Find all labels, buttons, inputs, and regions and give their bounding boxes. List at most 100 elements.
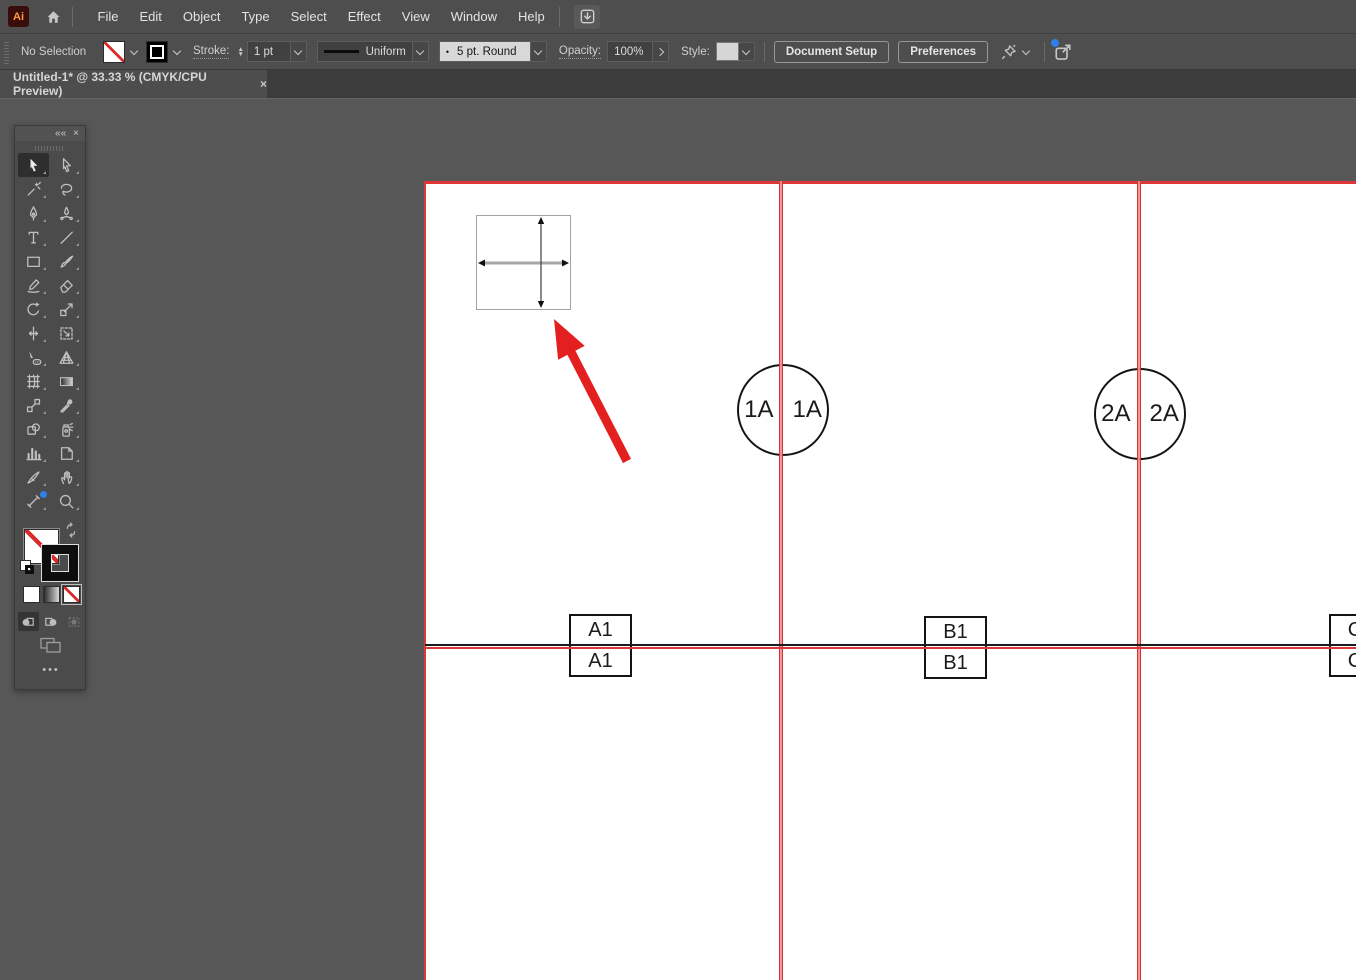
lasso-tool[interactable]: [51, 177, 82, 201]
knife-tool[interactable]: [18, 465, 49, 489]
pen-tool[interactable]: [18, 201, 49, 225]
stroke-weight-field[interactable]: 1 pt: [246, 41, 291, 62]
eraser-tool[interactable]: [51, 273, 82, 297]
fold-mark-circle-1a: 1A 1A: [737, 364, 829, 456]
close-panel-icon[interactable]: ×: [73, 128, 79, 139]
stroke-color-swatch[interactable]: [146, 40, 168, 63]
guide-vertical-1: [779, 181, 783, 980]
type-tool[interactable]: [18, 225, 49, 249]
symbol-sprayer-tool[interactable]: [51, 417, 82, 441]
eyedropper-tool[interactable]: [51, 393, 82, 417]
home-icon[interactable]: [42, 9, 64, 25]
magic-wand-tool[interactable]: [18, 177, 49, 201]
color-button[interactable]: [22, 586, 40, 603]
menu-effect[interactable]: Effect: [337, 9, 391, 24]
circle-label-right: 1A: [792, 396, 822, 423]
menu-file[interactable]: File: [87, 9, 129, 24]
paintbrush-tool[interactable]: [51, 249, 82, 273]
brush-value: 5 pt. Round: [457, 45, 517, 58]
menu-type[interactable]: Type: [231, 9, 280, 24]
draw-behind-icon[interactable]: [41, 612, 62, 631]
menu-select[interactable]: Select: [280, 9, 337, 24]
stroke-swatch-chevron-icon[interactable]: [173, 48, 181, 56]
panel-drag-grip[interactable]: [35, 146, 65, 151]
registration-square: [476, 215, 571, 310]
rectangle-tool[interactable]: [18, 249, 49, 273]
stroke-swatch-black[interactable]: [42, 545, 78, 581]
collapse-panel-icon[interactable]: ««: [55, 128, 66, 139]
fill-color-swatch[interactable]: [103, 40, 125, 63]
menu-edit[interactable]: Edit: [129, 9, 172, 24]
tab-bar-bottom-edge: [0, 98, 1356, 99]
opacity-expand-icon[interactable]: [653, 41, 670, 62]
width-profile-dropdown[interactable]: Uniform: [316, 41, 413, 62]
document-tab[interactable]: Untitled-1* @ 33.33 % (CMYK/CPU Preview)…: [0, 70, 267, 98]
control-bar-grip[interactable]: [4, 39, 9, 64]
perspective-grid-tool[interactable]: [51, 345, 82, 369]
gradient-button[interactable]: [42, 586, 60, 603]
screen-mode-icon[interactable]: [15, 636, 87, 654]
style-swatch[interactable]: [715, 42, 739, 61]
menu-bar: Ai File Edit Object Type Select Effect View Win…: [0, 0, 1356, 34]
curvature-tool[interactable]: [51, 201, 82, 225]
draw-normal-icon[interactable]: [17, 612, 39, 631]
scale-tool[interactable]: [51, 297, 82, 321]
shaper-tool[interactable]: [18, 273, 49, 297]
document-canvas[interactable]: 1A 1A 2A 2A A1 A1 B1 B1 C1 C1: [0, 99, 1356, 980]
stroke-weight-dropdown-icon[interactable]: [290, 41, 307, 62]
menu-view[interactable]: View: [391, 9, 440, 24]
menu-window[interactable]: Window: [440, 9, 507, 24]
menu-object[interactable]: Object: [172, 9, 231, 24]
none-button[interactable]: [60, 584, 82, 605]
style-chevron-icon[interactable]: [738, 42, 755, 61]
document-setup-button[interactable]: Document Setup: [773, 40, 890, 63]
opacity-link[interactable]: Opacity:: [558, 45, 602, 59]
shape-builder-tool[interactable]: [18, 345, 49, 369]
graph-tool[interactable]: [18, 441, 49, 465]
preferences-button[interactable]: Preferences: [898, 40, 989, 63]
tab-close-icon[interactable]: ×: [260, 77, 267, 91]
hand-tool[interactable]: [51, 465, 82, 489]
brush-chevron-icon[interactable]: [530, 41, 547, 62]
dimension-tool[interactable]: [18, 489, 49, 513]
box-label-bottom: B1: [943, 652, 968, 674]
tool-grid: [15, 153, 85, 513]
opacity-field[interactable]: 100%: [607, 41, 654, 62]
control-divider: [1044, 41, 1046, 62]
menu-help[interactable]: Help: [507, 9, 555, 24]
guide-vertical-left: [423, 181, 426, 980]
circle-label-left: 1A: [744, 396, 774, 423]
crosshair-arrows-icon: [478, 217, 569, 308]
rotate-tool[interactable]: [18, 297, 49, 321]
fill-swatch-chevron-icon[interactable]: [130, 48, 138, 56]
fill-stroke-indicator: [15, 522, 87, 586]
control-bar: No Selection Stroke: ▲ ▼ 1 pt Uniform • 5…: [0, 34, 1356, 70]
gradient-tool[interactable]: [51, 369, 82, 393]
brush-dropdown[interactable]: • 5 pt. Round: [438, 41, 531, 62]
symbols-tool[interactable]: [18, 417, 49, 441]
free-transform-tool[interactable]: [51, 321, 82, 345]
tools-panel-header[interactable]: «« ×: [15, 126, 85, 141]
snap-options-icon[interactable]: [1000, 43, 1018, 61]
stroke-link[interactable]: Stroke:: [193, 45, 230, 59]
mesh-tool[interactable]: [18, 369, 49, 393]
artboard-tool[interactable]: [51, 441, 82, 465]
illustrator-window: 1A 1A 2A 2A A1 A1 B1 B1 C1 C1: [0, 0, 1356, 980]
control-divider: [763, 41, 765, 62]
width-profile-chevron-icon[interactable]: [412, 41, 429, 62]
arrange-documents-icon[interactable]: [574, 4, 601, 29]
line-segment-tool[interactable]: [51, 225, 82, 249]
red-annotation-arrow: [554, 319, 631, 464]
blend-tool[interactable]: [18, 393, 49, 417]
snap-options-chevron-icon[interactable]: [1022, 48, 1030, 56]
share-document-icon[interactable]: [1051, 38, 1073, 62]
swap-fill-stroke-icon[interactable]: [63, 522, 79, 543]
width-tool[interactable]: [18, 321, 49, 345]
menu-divider: [72, 6, 73, 27]
selection-tool[interactable]: [18, 153, 49, 177]
stroke-weight-stepper[interactable]: ▲ ▼: [237, 46, 243, 58]
zoom-tool[interactable]: [51, 489, 82, 513]
default-fill-stroke-icon[interactable]: [20, 560, 36, 576]
direct-selection-tool[interactable]: [51, 153, 82, 177]
edit-toolbar-ellipsis[interactable]: •••: [15, 664, 87, 676]
